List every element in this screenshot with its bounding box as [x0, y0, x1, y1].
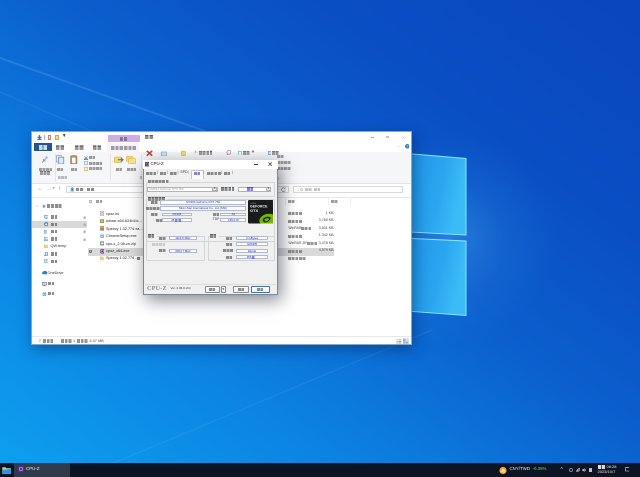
svg-text:GTX: GTX — [250, 208, 259, 213]
svg-text:?: ? — [406, 145, 408, 149]
